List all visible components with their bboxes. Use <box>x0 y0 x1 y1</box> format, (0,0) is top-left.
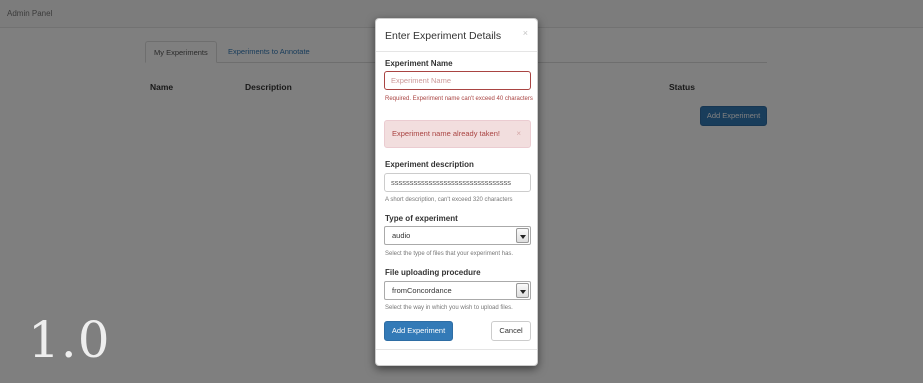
experiment-type-select[interactable]: audio <box>384 226 531 245</box>
upload-procedure-label: File uploading procedure <box>385 268 481 277</box>
cancel-button[interactable]: Cancel <box>491 321 531 341</box>
upload-procedure-help: Select the way in which you wish to uplo… <box>385 305 513 311</box>
experiment-description-input[interactable]: ssssssssssssssssssssssssssssssss <box>384 173 531 192</box>
experiment-description-label: Experiment description <box>385 160 474 169</box>
chevron-down-icon[interactable] <box>516 228 529 243</box>
upload-procedure-select[interactable]: fromConcordance <box>384 281 531 300</box>
experiment-type-value: audio <box>392 231 411 240</box>
upload-procedure-value: fromConcordance <box>392 286 452 295</box>
modal-header: Enter Experiment Details × <box>376 19 537 52</box>
name-taken-alert-text: Experiment name already taken! <box>392 129 500 138</box>
experiment-type-help: Select the type of files that your exper… <box>385 251 514 257</box>
add-experiment-button[interactable]: Add Experiment <box>384 321 453 341</box>
experiment-type-label: Type of experiment <box>385 214 458 223</box>
experiment-description-help: A short description, can't exceed 320 ch… <box>385 197 513 203</box>
modal-title: Enter Experiment Details <box>385 30 502 42</box>
name-taken-alert: Experiment name already taken! × <box>384 120 531 148</box>
alert-close-icon[interactable]: × <box>516 121 521 147</box>
experiment-name-label: Experiment Name <box>385 59 453 68</box>
close-icon[interactable]: × <box>523 28 528 38</box>
chevron-down-icon[interactable] <box>516 283 529 298</box>
experiment-details-modal: Enter Experiment Details × Experiment Na… <box>375 18 538 366</box>
experiment-name-placeholder: Experiment Name <box>391 76 452 85</box>
experiment-name-error: Required. Experiment name can't exceed 4… <box>385 96 533 102</box>
modal-footer-divider <box>376 349 537 350</box>
version-watermark: 1.0 <box>28 311 111 369</box>
experiment-name-input[interactable]: Experiment Name <box>384 71 531 90</box>
